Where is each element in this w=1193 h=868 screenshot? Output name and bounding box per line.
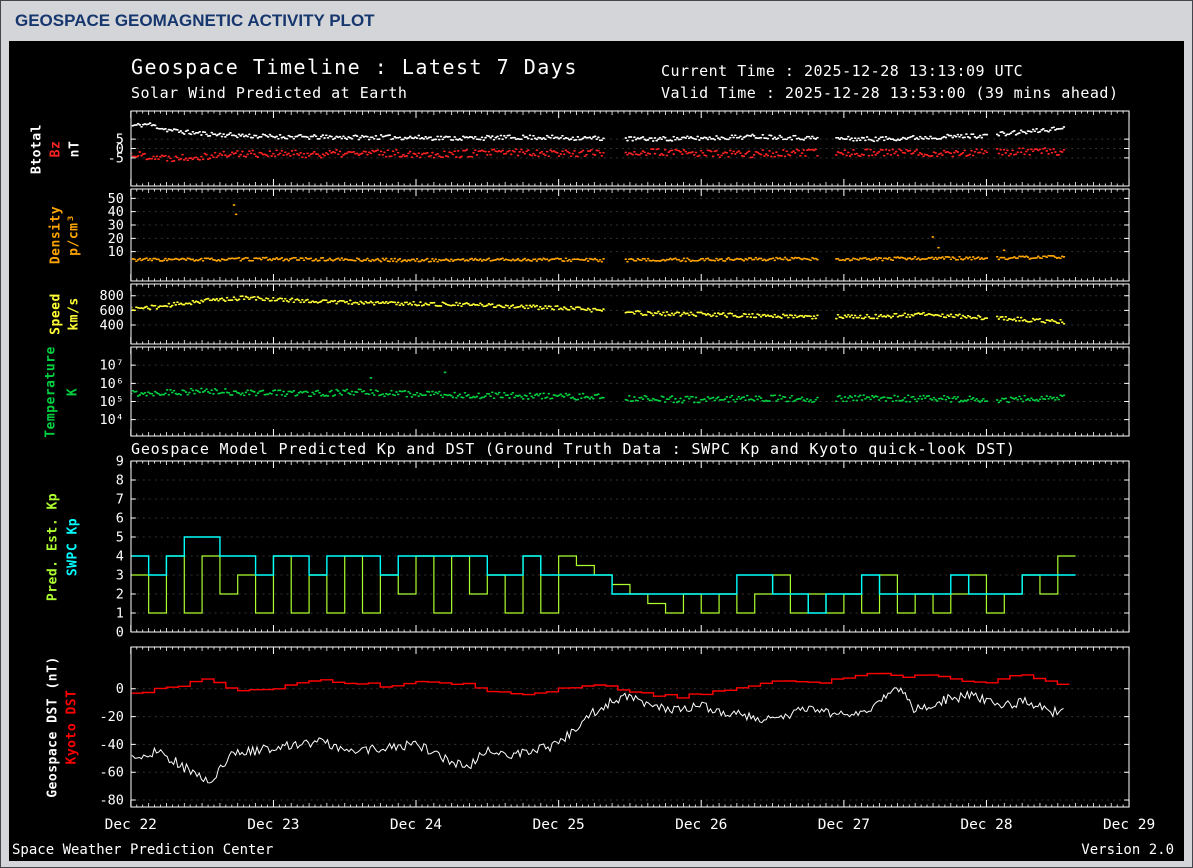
axis-label-density-1: p/cm³ xyxy=(66,214,82,256)
series-btotal xyxy=(131,122,1066,143)
x-major-ticks xyxy=(130,284,1130,344)
series-density xyxy=(131,254,1066,263)
axis-label-temperature-0: Temperature xyxy=(43,345,59,438)
panel-bfield: 50-5 xyxy=(108,110,1130,187)
y-tick-label: 4 xyxy=(116,548,124,564)
panel-speed: 800600400 xyxy=(99,283,1130,345)
x-minor-ticks xyxy=(136,647,1124,807)
axis-label-kp-1: SWPC Kp xyxy=(65,517,81,576)
x-minor-ticks xyxy=(136,461,1124,632)
y-tick-label: -5 xyxy=(108,150,124,166)
y-tick-label: 10⁴ xyxy=(99,412,123,428)
solar-wind-subtitle: Solar Wind Predicted at Earth xyxy=(131,84,408,102)
x-minor-ticks xyxy=(136,111,1124,186)
y-tick-label: 3 xyxy=(116,567,124,583)
series-group-dst xyxy=(131,672,1070,784)
panel-border xyxy=(130,188,1130,282)
panel-border xyxy=(130,283,1130,345)
series-pred-est-kp xyxy=(131,555,1076,614)
series-speed xyxy=(131,295,1066,325)
x-minor-ticks xyxy=(136,189,1124,281)
x-minor-ticks xyxy=(136,284,1124,344)
y-tick-label: 0 xyxy=(116,681,124,697)
x-major-ticks xyxy=(130,189,1130,281)
y-tick-label: 6 xyxy=(116,510,124,526)
axis-label-dst-1: Kyoto DST xyxy=(64,689,80,765)
x-tick-label: Dec 24 xyxy=(390,817,443,833)
chart-title: Geospace Timeline : Latest 7 Days xyxy=(131,55,578,79)
page: GEOSPACE GEOMAGNETIC ACTIVITY PLOT 5 0 -5 5… xyxy=(0,0,1193,868)
y-ticks xyxy=(130,364,1130,421)
y-tick-label: 10⁷ xyxy=(99,358,123,374)
series-geospace-dst xyxy=(131,686,1064,784)
series-density-spikes xyxy=(232,204,1006,252)
panel-kp: 9 8 7 6 5 4 3 2 1 0 xyxy=(116,453,1130,641)
axis-label-kp-0: Pred. Est. Kp xyxy=(45,492,61,601)
series-kyoto-dst xyxy=(131,672,1070,699)
x-tick-label: Dec 23 xyxy=(247,817,299,833)
axis-label-density-0: Density xyxy=(48,205,64,265)
panel-temperature: 10⁷ 10⁶ 10⁵ 10⁴ xyxy=(99,346,1130,437)
gridlines-density xyxy=(130,197,1130,253)
panel-border xyxy=(130,346,1130,437)
y-tick-label: 0 xyxy=(116,624,124,640)
y-tick-label: 800 xyxy=(99,288,123,304)
y-tick-label: 5 xyxy=(116,529,124,545)
axis-label-temperature-1: K xyxy=(65,387,81,396)
series-group-density xyxy=(131,204,1066,263)
y-tick-label: -20 xyxy=(99,709,123,725)
series-bz xyxy=(131,147,1066,163)
panel-border xyxy=(130,646,1130,808)
axis-label-speed-0: Speed xyxy=(48,293,64,335)
y-tick-label: 9 xyxy=(116,453,124,469)
x-tick-label: Dec 28 xyxy=(960,817,1012,833)
y-tick-label: -80 xyxy=(99,793,123,809)
axis-label-dst-0: Geospace DST (nT) xyxy=(45,656,61,798)
x-major-ticks xyxy=(130,347,1130,436)
gridlines-dst xyxy=(130,688,1130,801)
series-temperature xyxy=(131,387,1066,404)
y-tick-label: 7 xyxy=(116,491,124,507)
series-group-bfield xyxy=(131,122,1066,163)
page-title: GEOSPACE GEOMAGNETIC ACTIVITY PLOT xyxy=(15,11,375,30)
panel-density: 5040302010 xyxy=(108,188,1130,282)
y-tick-label: 10⁵ xyxy=(99,394,123,410)
swpc-credit: Space Weather Prediction Center xyxy=(12,842,274,858)
axis-label-speed-1: km/s xyxy=(66,297,82,331)
current-time-label: Current Time : 2025-12-28 13:13:09 UTC xyxy=(661,62,1024,80)
y-tick-label: -60 xyxy=(99,765,123,781)
gridlines-temperature xyxy=(130,364,1130,421)
y-tick-label: 8 xyxy=(116,472,124,488)
x-tick-label: Dec 29 xyxy=(1103,817,1155,833)
x-tick-label: Dec 26 xyxy=(675,817,727,833)
header-bar: GEOSPACE GEOMAGNETIC ACTIVITY PLOT xyxy=(1,1,1192,41)
kp-dst-section-title: Geospace Model Predicted Kp and DST (Gro… xyxy=(131,440,1016,458)
gridlines-speed xyxy=(130,295,1130,326)
panel-border xyxy=(130,460,1130,633)
y-tick-label: -40 xyxy=(99,737,123,753)
axis-label-bfield-1: Bz xyxy=(48,140,64,157)
gridlines-bfield xyxy=(130,138,1130,159)
panel-dst: 0 -20 -40 -60 -80 xyxy=(99,646,1130,809)
y-tick-label: 600 xyxy=(99,303,123,319)
x-tick-label: Dec 22 xyxy=(105,817,157,833)
y-tick-label: 2 xyxy=(116,586,124,602)
axis-label-bfield-0: Btotal xyxy=(29,123,45,174)
version-label: Version 2.0 xyxy=(1081,842,1174,858)
y-tick-label: 10⁶ xyxy=(99,376,123,392)
y-tick-label: 10 xyxy=(108,244,124,260)
plot-frame: 5 0 -5 50 40 30 20 10 800 600 400 10⁷ 10⁶ 10⁵ 10⁴ 9 8 7 6 5… xyxy=(9,41,1184,861)
series-group-temperature xyxy=(131,371,1066,404)
valid-time-label: Valid Time : 2025-12-28 13:53:00 (39 min… xyxy=(661,84,1119,102)
y-tick-label: 1 xyxy=(116,605,124,621)
axis-label-bfield-2: nT xyxy=(67,140,83,157)
x-tick-label: Dec 25 xyxy=(533,817,585,833)
x-major-ticks xyxy=(130,461,1130,632)
series-temperature-spikes xyxy=(369,371,447,379)
series-group-speed xyxy=(131,295,1066,325)
x-major-ticks xyxy=(130,647,1130,807)
y-tick-label: 400 xyxy=(99,317,123,333)
x-tick-label: Dec 27 xyxy=(818,817,870,833)
y-ticks xyxy=(130,460,1130,633)
